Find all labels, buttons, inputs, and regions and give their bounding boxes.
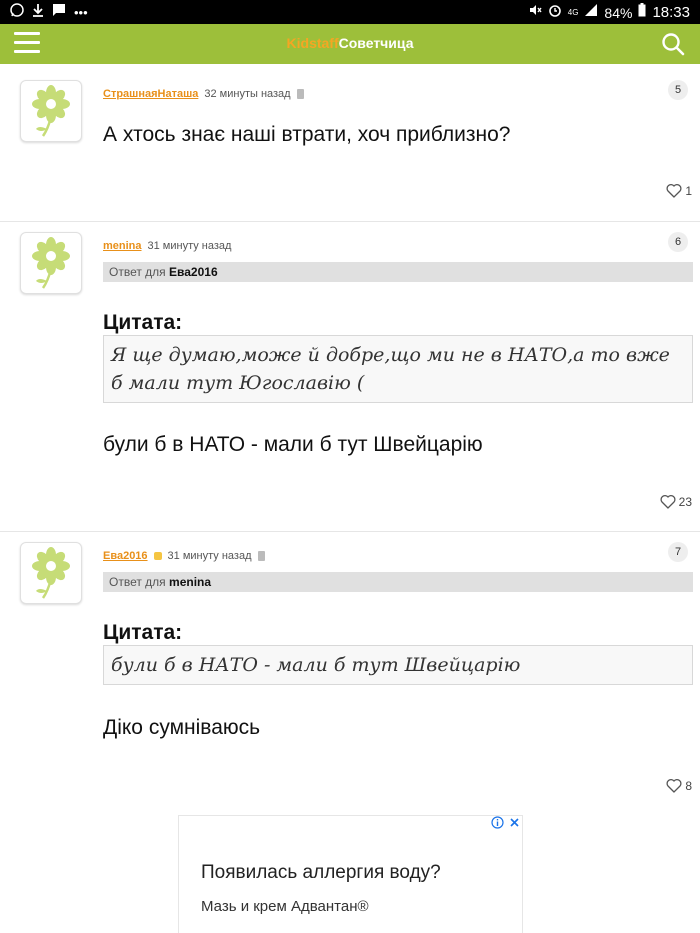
ad-info-icon[interactable] xyxy=(490,816,505,831)
comment-meta: menina 31 минуту назад xyxy=(103,240,231,252)
quote-label: Цитата: xyxy=(103,311,183,334)
brand-sovetchitsa: Советчица xyxy=(338,35,414,51)
comment-number[interactable]: 7 xyxy=(668,542,688,562)
signal-icon xyxy=(584,3,598,22)
comment-time: 31 минуту назад xyxy=(147,240,232,252)
comment-number[interactable]: 5 xyxy=(668,80,688,100)
brand-kidstaff: Kidstaff xyxy=(286,35,339,51)
mobile-device-icon xyxy=(296,89,304,99)
comment-meta: СтрашнаяНаташа 32 минуты назад xyxy=(103,88,304,100)
avatar[interactable] xyxy=(20,232,82,294)
author-link[interactable]: СтрашнаяНаташа xyxy=(103,88,198,100)
avatar[interactable] xyxy=(20,80,82,142)
app-bar: KidstaffСоветчица xyxy=(0,24,700,64)
ad-close-icon[interactable] xyxy=(507,816,522,831)
alarm-icon xyxy=(548,3,562,22)
quote-label: Цитата: xyxy=(103,621,183,644)
reply-to-user[interactable]: menina xyxy=(169,575,211,589)
comment-time: 31 минуту назад xyxy=(167,550,252,562)
comment-text: А хтось знає наші втрати, хоч приблизно? xyxy=(103,123,511,146)
ad-controls xyxy=(490,816,522,831)
reply-to-bar[interactable]: Ответ для Ева2016 xyxy=(103,262,693,282)
advertisement[interactable]: Появилась аллергия воду? Мазь и крем Адв… xyxy=(178,815,523,933)
heart-icon xyxy=(666,183,682,198)
author-link[interactable]: Ева2016 xyxy=(103,550,148,562)
comment-item: Ева2016 31 минуту назад 7 Ответ для meni… xyxy=(0,532,700,802)
quote-block: Я ще думаю,може й добре,що ми не в НАТО,… xyxy=(103,335,693,403)
flower-icon xyxy=(32,237,70,289)
flower-icon xyxy=(32,85,70,137)
comment-meta: Ева2016 31 минуту назад xyxy=(103,550,265,562)
battery-percent: 84% xyxy=(604,4,633,21)
comment-number[interactable]: 6 xyxy=(668,232,688,252)
reply-prefix: Ответ для xyxy=(109,575,166,589)
reply-to-user[interactable]: Ева2016 xyxy=(169,265,218,279)
comment-item: СтрашнаяНаташа 32 минуты назад 5 А хтось… xyxy=(0,64,700,222)
avatar[interactable] xyxy=(20,542,82,604)
mute-icon xyxy=(528,3,542,22)
quote-block: були б в НАТО - мали б тут Швейцарію xyxy=(103,645,693,685)
ad-subtitle[interactable]: Мазь и крем Адвантан® xyxy=(201,898,369,915)
download-icon xyxy=(32,3,44,22)
like-count: 23 xyxy=(678,494,692,509)
search-icon[interactable] xyxy=(660,31,686,57)
message-icon xyxy=(52,3,66,22)
comment-text: Діко сумніваюсь xyxy=(103,716,261,739)
status-bar-right: 4G 84% 18:33 xyxy=(528,3,690,22)
heart-icon xyxy=(666,778,682,793)
reply-to-bar[interactable]: Ответ для menina xyxy=(103,572,693,592)
network-type-label: 4G xyxy=(567,7,579,17)
like-count: 8 xyxy=(685,778,692,793)
comment-text: були б в НАТО - мали б тут Швейцарію xyxy=(103,433,483,456)
like-button[interactable]: 1 xyxy=(666,183,692,198)
battery-icon xyxy=(638,3,646,22)
heart-icon xyxy=(660,494,676,509)
status-bar-left: ••• xyxy=(10,3,88,22)
flower-icon xyxy=(32,547,70,599)
reply-prefix: Ответ для xyxy=(109,265,166,279)
like-button[interactable]: 23 xyxy=(660,494,692,509)
status-bar: ••• 4G 84% 18:33 xyxy=(0,0,700,24)
comment-item: menina 31 минуту назад 6 Ответ для Ева20… xyxy=(0,222,700,532)
user-badge-icon xyxy=(153,552,162,560)
site-logo[interactable]: KidstaffСоветчица xyxy=(0,35,700,51)
comment-time: 32 минуты назад xyxy=(204,88,291,100)
more-notifications-icon: ••• xyxy=(74,4,88,20)
author-link[interactable]: menina xyxy=(103,240,142,252)
mobile-device-icon xyxy=(257,551,265,561)
like-button[interactable]: 8 xyxy=(666,778,692,793)
like-count: 1 xyxy=(685,183,692,198)
whatsapp-icon xyxy=(10,3,24,22)
ad-title[interactable]: Появилась аллергия воду? xyxy=(201,862,441,884)
status-time: 18:33 xyxy=(652,4,690,21)
